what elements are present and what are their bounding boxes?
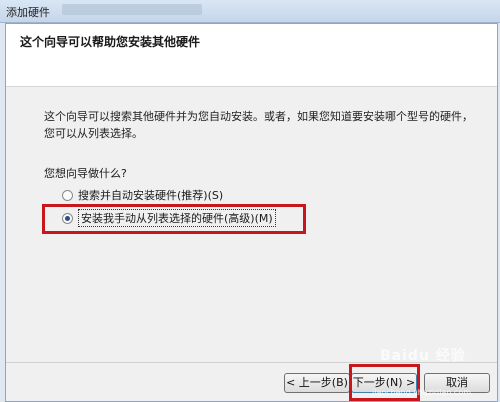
back-button[interactable]: < 上一步(B) [284, 373, 350, 393]
window-titlebar: 添加硬件 [0, 0, 500, 23]
option-auto-search-label: 搜索并自动安装硬件(推荐)(S) [78, 189, 224, 202]
watermark-logo: Baidu 经验 [380, 348, 466, 364]
option-auto-search[interactable]: 搜索并自动安装硬件(推荐)(S) [62, 187, 223, 203]
wizard-description: 这个向导可以搜索其他硬件并为您自动安装。或者，如果您知道要安装哪个型号的硬件，您… [44, 110, 473, 140]
annotation-highlight-option [42, 204, 306, 234]
wizard-question: 您想向导做什么? [44, 167, 127, 180]
wizard-heading: 这个向导可以帮助您安装其他硬件 [20, 35, 201, 49]
wizard-header: 这个向导可以帮助您安装其他硬件 [6, 24, 497, 87]
window-title: 添加硬件 [6, 6, 50, 19]
radio-auto-search[interactable] [62, 189, 73, 201]
watermark-url: jiaocheng.chazidian.com [372, 388, 472, 397]
blurred-title-area [62, 4, 202, 15]
